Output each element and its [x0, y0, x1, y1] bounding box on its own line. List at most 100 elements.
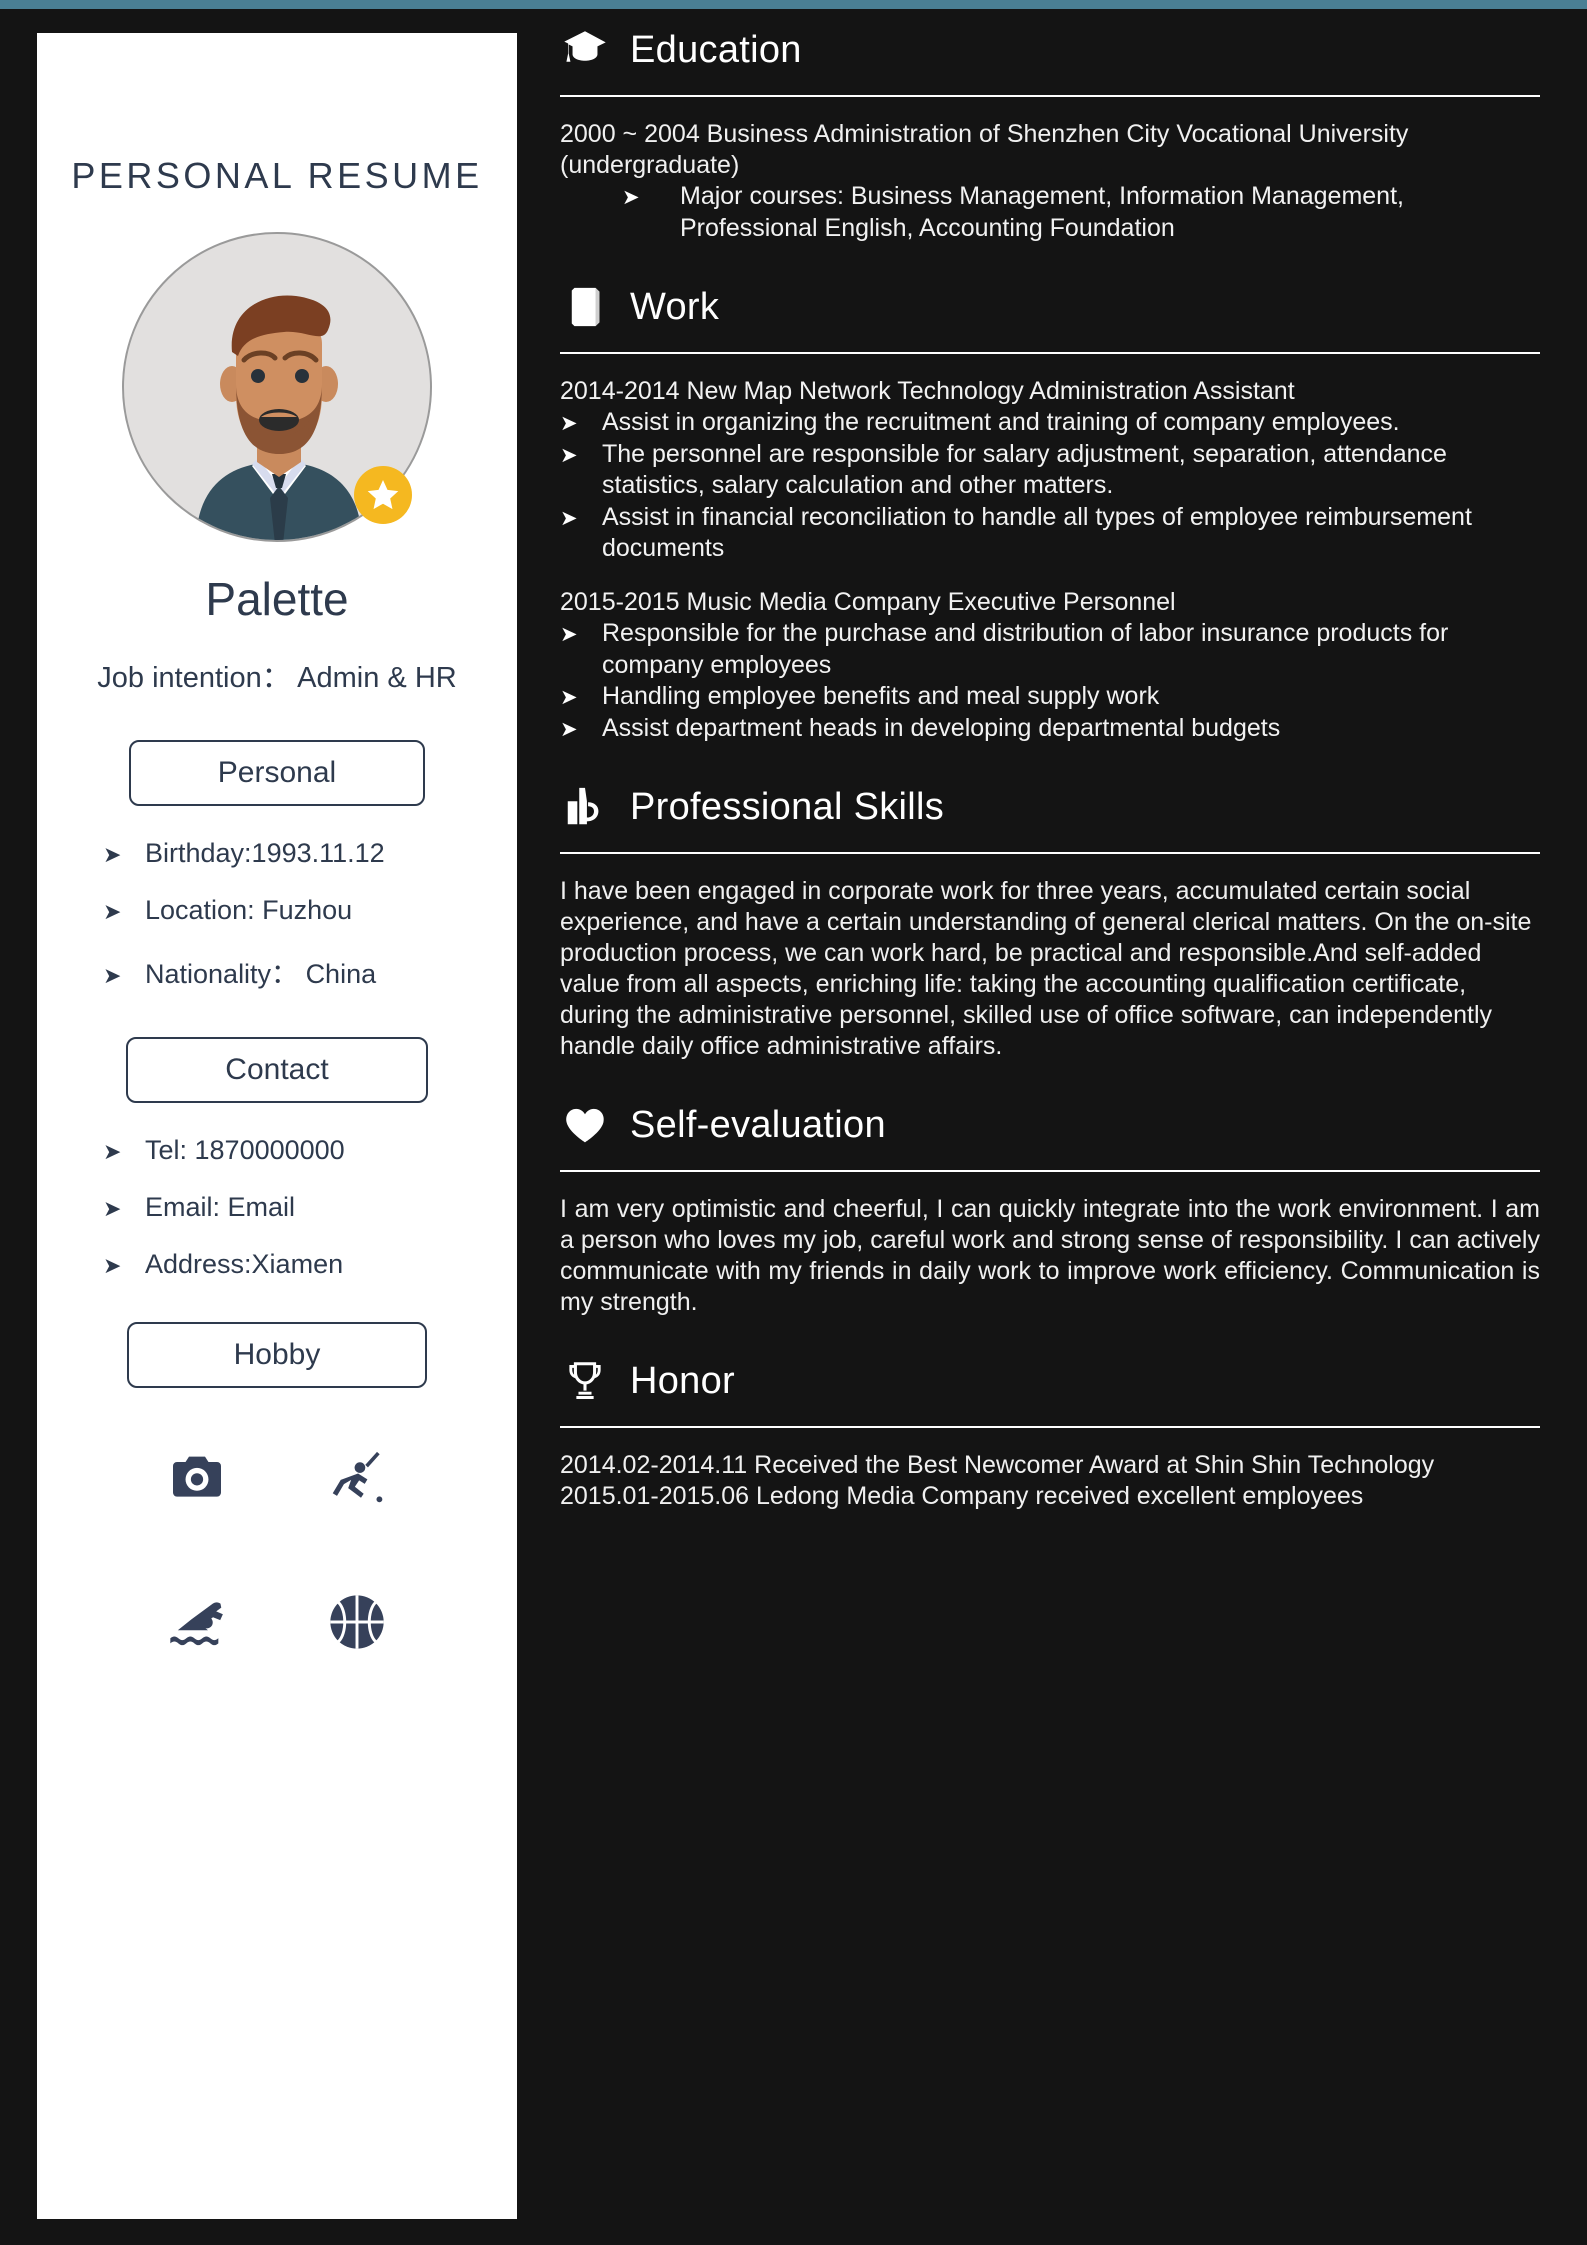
page-title: PERSONAL RESUME [71, 155, 483, 196]
section-pill-contact-label: Contact [225, 1053, 329, 1086]
basketball-icon [325, 1590, 389, 1654]
section-pill-hobby-label: Hobby [233, 1338, 321, 1371]
bullet-arrow-icon: ➤ [560, 717, 578, 741]
personal-birthday: Birthday:1993.11.12 [145, 838, 385, 868]
graduation-cap-icon [562, 27, 608, 73]
book-glyph [571, 287, 600, 327]
toolbox-icon [562, 784, 608, 830]
self-evaluation-text: I am very optimistic and cheerful, I can… [560, 1195, 1540, 1316]
list-item: ➤ Location: Fuzhou [103, 895, 517, 926]
bullet-arrow-icon: ➤ [560, 443, 578, 467]
work-bullet-text: Assist in organizing the recruitment and… [602, 408, 1400, 437]
bullet-arrow-icon: ➤ [560, 412, 578, 436]
section-work: Work 2014-2014 New Map Network Technolog… [560, 284, 1540, 744]
list-item: ➤ Birthday:1993.11.12 [103, 838, 517, 869]
swimming-icon [165, 1590, 229, 1654]
golf-icon [325, 1446, 389, 1510]
main-content: Education 2000 ~ 2004 Business Administr… [560, 27, 1540, 1518]
personal-location: Location: Fuzhou [145, 895, 353, 925]
work-bullet-text: The personnel are responsible for salary… [602, 439, 1447, 500]
sidebar-card: PERSONAL RESUME Palette Job intention： A… [37, 33, 517, 2219]
bullet-arrow-icon: ➤ [622, 186, 640, 209]
heart-icon [562, 1102, 608, 1148]
trophy-icon [562, 1358, 608, 1404]
work-bullet-text: Assist in financial reconciliation to ha… [602, 502, 1472, 563]
contact-email: Email: Email [145, 1192, 296, 1222]
work-job-title: 2014-2014 New Map Network Technology Adm… [560, 377, 1295, 405]
section-divider [560, 352, 1540, 354]
personal-info-list: ➤ Birthday:1993.11.12 ➤ Location: Fuzhou… [103, 838, 517, 991]
section-header: Education [560, 27, 1540, 73]
list-item: ➤ Assist in organizing the recruitment a… [560, 407, 1540, 439]
section-pill-contact[interactable]: Contact [126, 1037, 428, 1103]
skills-text: I have been engaged in corporate work fo… [560, 877, 1532, 1060]
bullet-arrow-icon: ➤ [103, 1196, 122, 1221]
golf-glyph [332, 1451, 383, 1503]
contact-info-list: ➤ Tel: 1870000000 ➤ Email: Email ➤ Addre… [103, 1135, 517, 1280]
section-header: Self-evaluation [560, 1102, 1540, 1148]
section-title: Professional Skills [630, 785, 945, 828]
graduation-cap-glyph [564, 31, 606, 62]
list-item: ➤ Responsible for the purchase and distr… [560, 618, 1540, 681]
camera-glyph [173, 1456, 221, 1497]
work-bullet-text: Responsible for the purchase and distrib… [602, 619, 1449, 679]
section-title: Education [630, 28, 802, 71]
section-pill-personal[interactable]: Personal [129, 740, 425, 806]
list-item: ➤ Handling employee benefits and meal su… [560, 681, 1540, 713]
personal-nationality: Nationality： China [145, 959, 377, 989]
camera-icon [165, 1446, 229, 1510]
job-intention: Job intention： Admin & HR [97, 662, 457, 694]
list-item: ➤ Nationality： China [103, 952, 517, 991]
honor-line: 2015.01-2015.06 Ledong Media Company rec… [560, 1482, 1364, 1510]
contact-address: Address:Xiamen [145, 1249, 344, 1279]
list-item: ➤ Assist department heads in developing … [560, 713, 1540, 745]
bullet-arrow-icon: ➤ [103, 1139, 122, 1164]
trophy-glyph [569, 1362, 601, 1400]
list-item: ➤ The personnel are responsible for sala… [560, 439, 1540, 502]
work-job-title: 2015-2015 Music Media Company Executive … [560, 587, 1176, 616]
avatar [122, 232, 432, 542]
list-item: ➤ Major courses: Business Management, In… [622, 181, 1540, 244]
bullet-arrow-icon: ➤ [560, 686, 578, 709]
section-honor: Honor 2014.02-2014.11 Received the Best … [560, 1358, 1540, 1512]
hobby-icon-grid [117, 1446, 437, 1654]
basketball-glyph [330, 1595, 384, 1649]
section-title: Self-evaluation [630, 1103, 886, 1146]
section-self-evaluation: Self-evaluation I am very optimistic and… [560, 1102, 1540, 1318]
section-divider [560, 852, 1540, 854]
section-divider [560, 95, 1540, 97]
toolbox-glyph [567, 787, 599, 825]
section-title: Honor [630, 1359, 735, 1402]
bullet-arrow-icon: ➤ [560, 623, 578, 646]
section-divider [560, 1170, 1540, 1172]
bullet-arrow-icon: ➤ [560, 506, 578, 530]
section-professional-skills: Professional Skills I have been engaged … [560, 784, 1540, 1062]
bullet-arrow-icon: ➤ [103, 1253, 122, 1278]
swimming-glyph [170, 1602, 223, 1646]
bullet-arrow-icon: ➤ [103, 842, 122, 867]
section-header: Honor [560, 1358, 1540, 1404]
list-item: ➤ Tel: 1870000000 [103, 1135, 517, 1166]
honor-line: 2014.02-2014.11 Received the Best Newcom… [560, 1451, 1435, 1479]
education-entry: 2000 ~ 2004 Business Administration of S… [560, 120, 1409, 179]
bullet-arrow-icon: ➤ [103, 963, 122, 988]
resume-page: PERSONAL RESUME Palette Job intention： A… [0, 9, 1587, 2245]
work-bullet-text: Assist department heads in developing de… [602, 713, 1281, 742]
section-pill-personal-label: Personal [217, 756, 337, 789]
work-job-bullets: ➤ Assist in organizing the recruitment a… [560, 407, 1540, 565]
list-item: ➤ Assist in financial reconciliation to … [560, 502, 1540, 565]
top-accent-strip [0, 0, 1587, 9]
section-header: Work [560, 284, 1540, 330]
section-pill-hobby[interactable]: Hobby [127, 1322, 427, 1388]
education-bullet-text: Major courses: Business Management, Info… [680, 182, 1404, 242]
star-badge-icon [354, 466, 412, 524]
work-job-bullets: ➤ Responsible for the purchase and distr… [560, 618, 1540, 744]
section-divider [560, 1426, 1540, 1428]
person-name: Palette [205, 573, 349, 625]
education-bullets: ➤ Major courses: Business Management, In… [622, 181, 1540, 244]
work-bullet-text: Handling employee benefits and meal supp… [602, 682, 1160, 710]
list-item: ➤ Address:Xiamen [103, 1249, 517, 1280]
section-education: Education 2000 ~ 2004 Business Administr… [560, 27, 1540, 244]
star-icon [367, 480, 399, 510]
list-item: ➤ Email: Email [103, 1192, 517, 1223]
